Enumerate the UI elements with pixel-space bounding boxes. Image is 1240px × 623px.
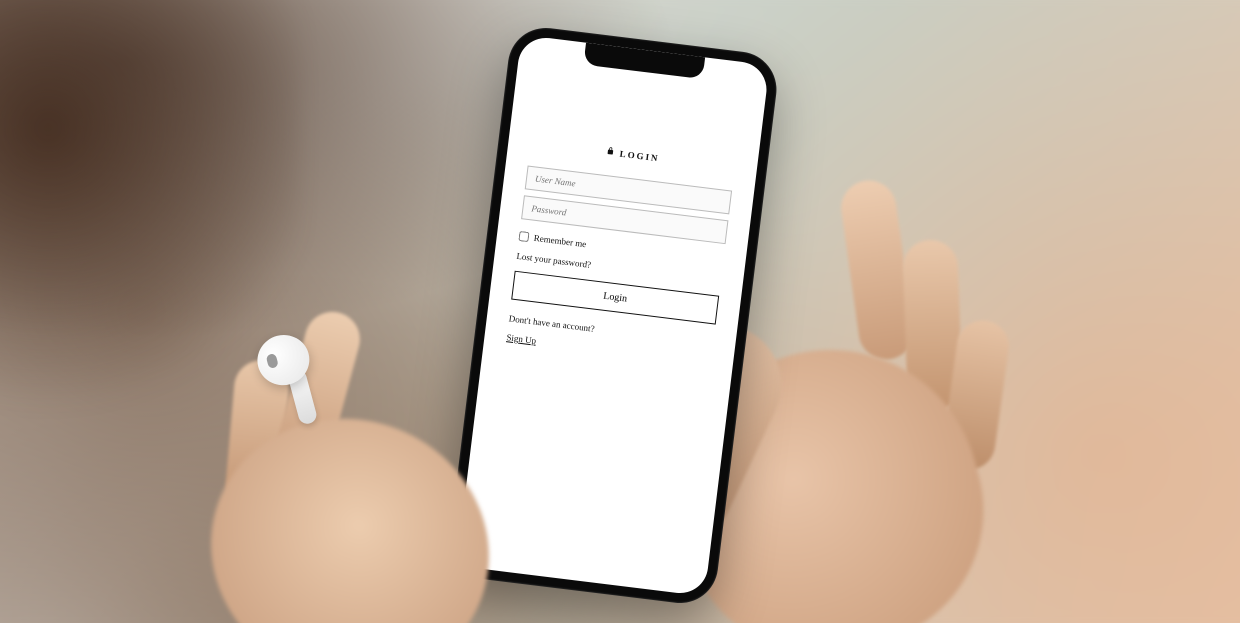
remember-me-label: Remember me (533, 233, 587, 249)
phone-notch (583, 43, 705, 79)
login-title: LOGIN (530, 137, 736, 173)
phone-screen: LOGIN Remember me Lost your password? Lo… (456, 35, 769, 596)
login-title-text: LOGIN (619, 148, 660, 163)
lock-icon (605, 146, 615, 158)
login-form: LOGIN Remember me Lost your password? Lo… (506, 137, 736, 371)
remember-me-checkbox[interactable] (518, 231, 529, 242)
signup-link[interactable]: Sign Up (506, 332, 537, 346)
